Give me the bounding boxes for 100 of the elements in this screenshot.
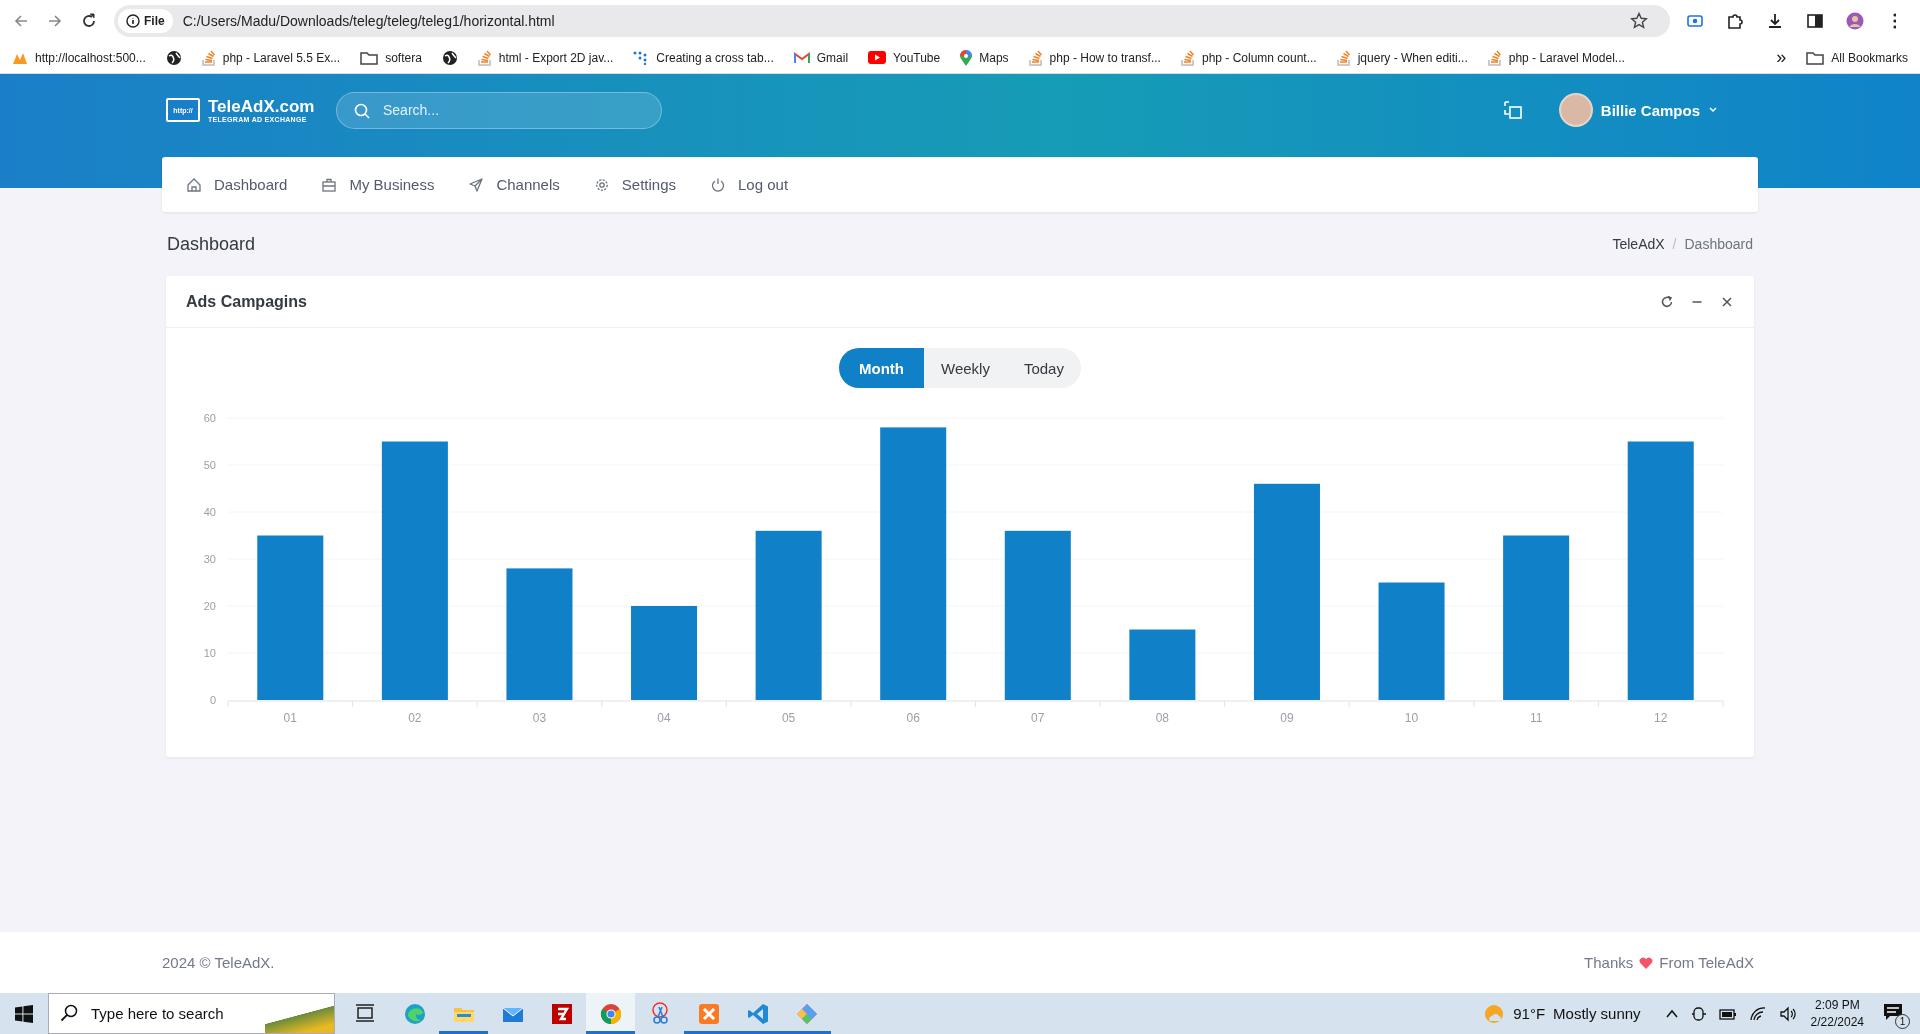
- star-icon[interactable]: [1630, 12, 1648, 30]
- stack-icon: [201, 49, 216, 66]
- x-axis-label: 12: [1654, 711, 1668, 725]
- xampp-icon: [696, 1001, 721, 1026]
- stack-icon: [1336, 49, 1351, 66]
- avatar: [1558, 93, 1593, 127]
- period-tab[interactable]: Today: [1006, 348, 1081, 388]
- bookmark[interactable]: php - Laravel 5.5 Ex...: [201, 49, 341, 66]
- home-icon: [186, 176, 202, 193]
- speaker-icon[interactable]: [1778, 1005, 1797, 1022]
- bookmark[interactable]: php - Laravel Model...: [1487, 49, 1625, 66]
- paper-plane-icon: [468, 176, 485, 193]
- nav-item[interactable]: Log out: [710, 176, 789, 193]
- refresh-icon[interactable]: [1660, 294, 1674, 309]
- stack-icon: [1487, 49, 1502, 66]
- bookmark[interactable]: http://localhost:500...: [12, 50, 146, 65]
- period-tab[interactable]: Weekly: [924, 348, 1007, 388]
- search-icon: [354, 102, 370, 119]
- breadcrumb-link[interactable]: TeleAdX: [1612, 236, 1665, 252]
- page-title: Dashboard: [167, 233, 257, 255]
- x-axis-label: 03: [532, 711, 547, 725]
- logo-text: TeleAdX.com: [208, 97, 315, 116]
- y-axis-label: 50: [203, 459, 216, 471]
- x-axis-label: 04: [657, 711, 671, 725]
- globe-bookmark-icon[interactable]: [165, 49, 182, 66]
- y-axis-label: 10: [203, 647, 216, 659]
- x-axis-label: 11: [1529, 711, 1543, 725]
- copyright-text: 2024 © TeleAdX.: [162, 954, 275, 971]
- x-axis-label: 06: [906, 711, 920, 725]
- clock[interactable]: 2:09 PM 2/22/2024: [1810, 996, 1864, 1031]
- stack-icon: [477, 49, 492, 66]
- y-axis-label: 20: [203, 600, 216, 612]
- stack-icon: [1180, 49, 1195, 66]
- breadcrumb-separator: /: [1672, 236, 1677, 252]
- bookmark[interactable]: html - Export 2D jav...: [477, 49, 614, 66]
- bookmark[interactable]: softera: [360, 50, 422, 65]
- bookmark[interactable]: Creating a cross tab...: [633, 50, 774, 65]
- bookmark[interactable]: jquery - When editi...: [1336, 49, 1468, 66]
- download-icon[interactable]: [1766, 12, 1784, 30]
- y-axis-label: 30: [203, 553, 216, 565]
- more-bookmarks-button[interactable]: »: [1776, 47, 1787, 68]
- puzzle-icon[interactable]: [1726, 12, 1744, 30]
- bar: [1129, 629, 1196, 700]
- info-icon: [126, 14, 140, 28]
- nav-item[interactable]: My Business: [321, 176, 435, 193]
- x-axis-label: 07: [1031, 711, 1045, 725]
- y-axis-label: 40: [203, 506, 216, 518]
- bookmark[interactable]: php - How to transf...: [1028, 49, 1161, 66]
- bookmark[interactable]: Gmail: [793, 50, 849, 65]
- all-bookmarks-button[interactable]: All Bookmarks: [1806, 50, 1908, 65]
- windows-start-icon[interactable]: [15, 1004, 33, 1023]
- mail-icon: [793, 51, 810, 64]
- user-menu[interactable]: Billie Campos: [1558, 93, 1718, 127]
- taskbar-app-button[interactable]: [586, 993, 635, 1034]
- nav-item[interactable]: Dashboard: [186, 176, 288, 193]
- y-axis-label: 60: [203, 412, 216, 424]
- code-editor-icon: [745, 1001, 770, 1026]
- camera-icon[interactable]: [1690, 1005, 1707, 1022]
- bookmark[interactable]: Maps: [960, 49, 1009, 66]
- breadcrumb-current: Dashboard: [1684, 236, 1753, 252]
- temperature[interactable]: 91°F: [1513, 1005, 1546, 1022]
- x-axis-label: 01: [283, 711, 297, 725]
- search-field[interactable]: Search...: [336, 91, 662, 129]
- address-bar[interactable]: C:/Users/Madu/Downloads/teleg/teleg/teleg1/horizontal.html: [182, 13, 1620, 29]
- x-axis-label: 08: [1155, 711, 1170, 725]
- chrome-icon: [598, 1001, 623, 1026]
- globe-bookmark-icon[interactable]: [441, 49, 458, 66]
- x-axis-label: 05: [781, 711, 796, 725]
- card-title: Ads Campagins: [186, 292, 308, 311]
- stack-icon: [1028, 49, 1043, 66]
- battery-icon[interactable]: [1718, 1006, 1737, 1021]
- nav-item[interactable]: Settings: [593, 176, 676, 193]
- power-icon: [710, 176, 726, 193]
- period-tab[interactable]: Month: [839, 348, 924, 388]
- wifi-icon[interactable]: [1748, 1005, 1767, 1022]
- chevron-down-icon: [1708, 105, 1718, 115]
- x-axis-label: 02: [408, 711, 422, 725]
- bookmark[interactable]: YouTube: [868, 50, 941, 65]
- nav-item[interactable]: Channels: [468, 176, 560, 193]
- footer-text: From TeleAdX: [1659, 954, 1754, 971]
- profile-avatar-icon[interactable]: [1846, 12, 1864, 30]
- map-pin-icon: [960, 49, 973, 66]
- side-panel-icon[interactable]: [1806, 12, 1824, 30]
- x-axis-label: 10: [1404, 711, 1419, 725]
- weather-condition[interactable]: Mostly sunny: [1553, 1005, 1641, 1022]
- footer-text: Thanks: [1584, 954, 1634, 971]
- edge-browser-icon: [402, 1001, 427, 1026]
- y-axis-label: 0: [209, 694, 216, 706]
- folder-icon: [360, 50, 379, 65]
- screen-capture-icon[interactable]: [1686, 12, 1704, 30]
- gear-icon: [593, 176, 610, 193]
- heart-icon: [1639, 956, 1654, 969]
- bookmark[interactable]: php - Column count...: [1180, 49, 1317, 66]
- site-info-button[interactable]: File: [118, 9, 173, 33]
- layout-icon[interactable]: [1502, 100, 1523, 120]
- reload-icon[interactable]: [80, 12, 98, 30]
- folder-icon: [1806, 50, 1825, 65]
- x-axis-label: 09: [1280, 711, 1294, 725]
- close-icon[interactable]: [1720, 294, 1734, 309]
- briefcase-icon: [321, 176, 338, 193]
